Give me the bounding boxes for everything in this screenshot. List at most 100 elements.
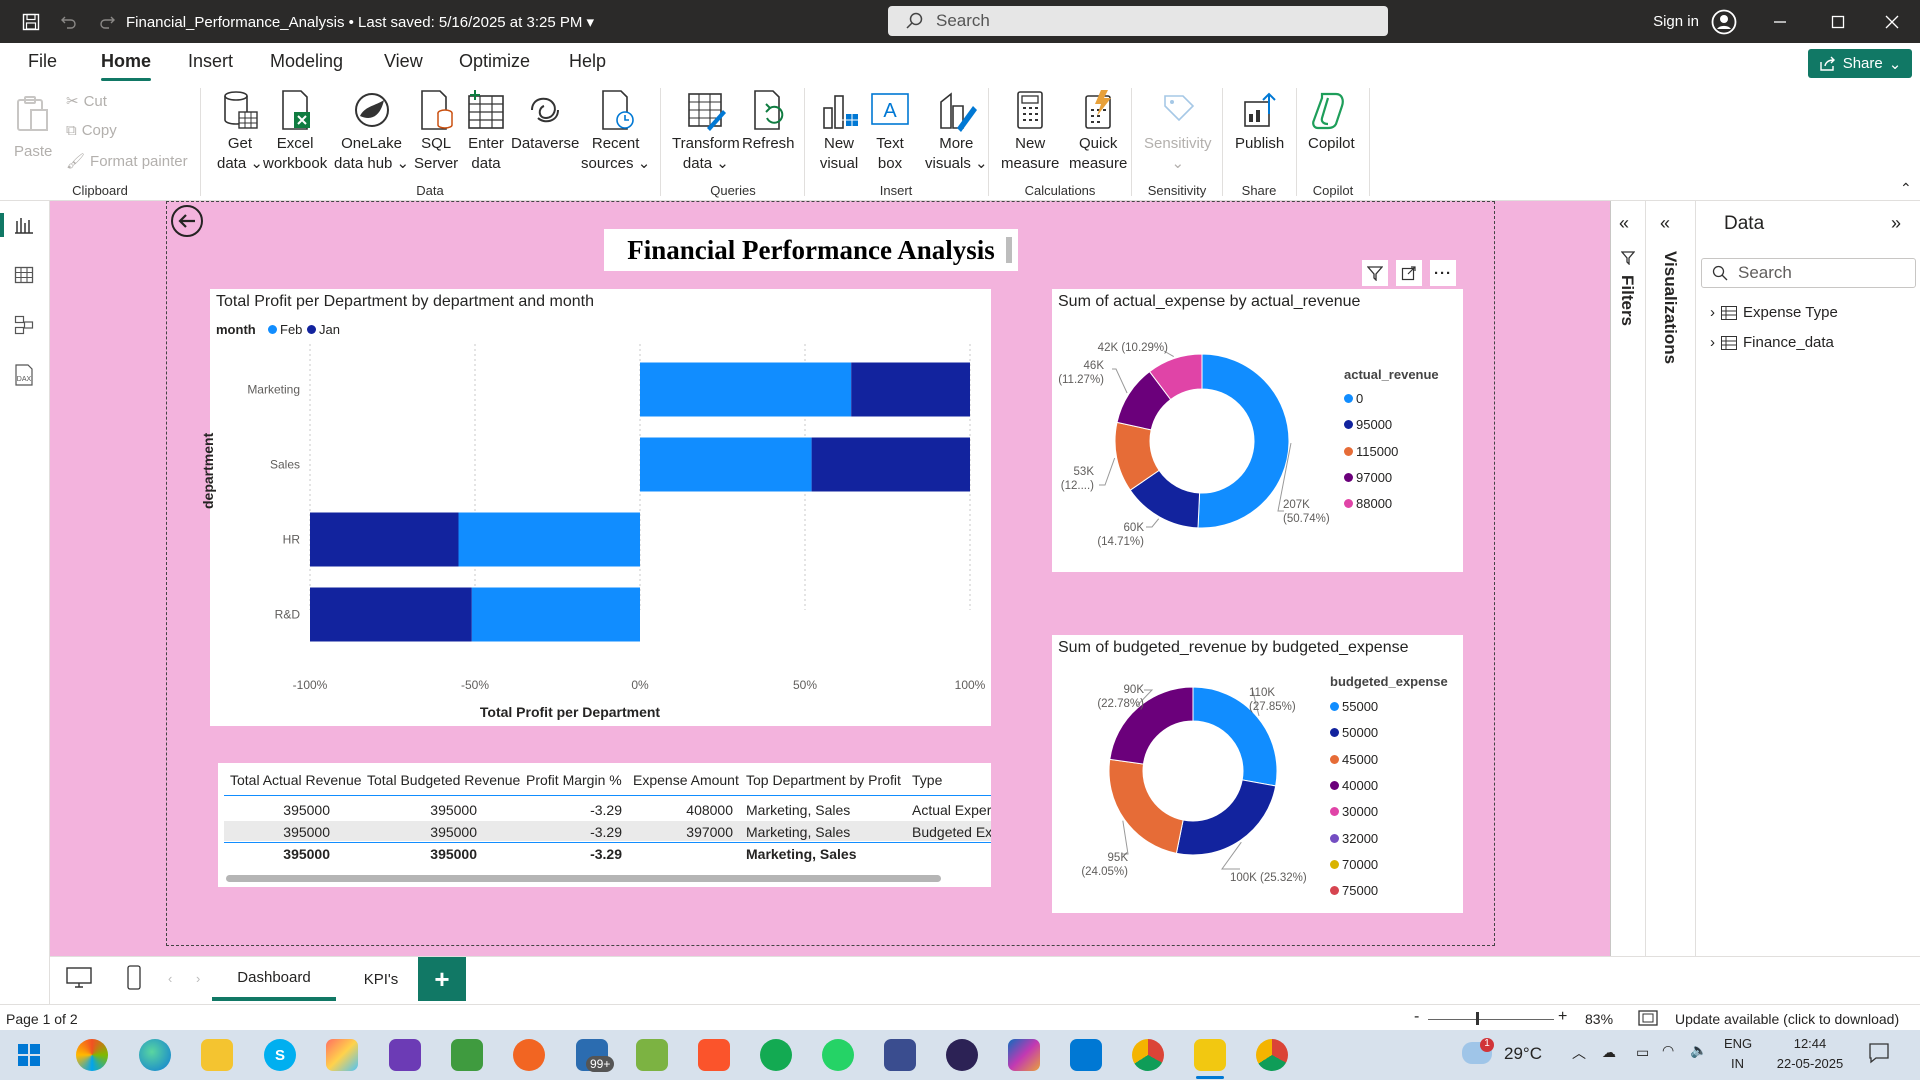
paste-button[interactable]: Paste [14,94,52,162]
app-icon[interactable] [513,1039,545,1071]
format-painter-button[interactable]: 🖌 Format painter [66,152,188,171]
copy-button[interactable]: ⧉ Copy [66,122,117,139]
language-label[interactable]: ENG [1724,1036,1752,1051]
chrome-profile-icon[interactable] [1256,1039,1288,1071]
collapse-data-pane-icon[interactable]: » [1891,213,1901,234]
bar-feb-rd[interactable] [471,587,640,642]
undo-icon[interactable] [56,0,82,43]
zoom-out-button[interactable]: - [1414,1008,1419,1026]
new-visual-button[interactable]: New visual [818,88,860,174]
cut-button[interactable]: ✂ Cut [66,92,107,111]
table-item-expense-type[interactable]: › Expense Type [1710,304,1838,321]
legend-item[interactable]: 55000 [1330,699,1378,714]
minimize-icon[interactable] [1762,0,1798,43]
legend-item[interactable]: 88000 [1344,496,1392,511]
zoom-slider[interactable] [1428,1019,1554,1020]
sensitivity-button[interactable]: Sensitivity ⌄ [1144,88,1212,174]
file-explorer-icon[interactable] [201,1039,233,1071]
menu-insert[interactable]: Insert [188,51,233,72]
maximize-icon[interactable] [1820,0,1856,43]
bar-jan-rd[interactable] [310,587,472,642]
vscode-icon[interactable] [1070,1039,1102,1071]
save-icon[interactable] [18,0,44,43]
report-view-icon[interactable] [14,215,34,239]
legend-item[interactable]: 75000 [1330,883,1378,898]
desktop-layout-icon[interactable] [66,967,92,993]
menu-file[interactable]: File [28,51,57,72]
bar-feb-hr[interactable] [458,512,641,567]
chevron-down-icon[interactable]: ▾ [587,14,595,31]
redo-icon[interactable] [94,0,120,43]
horizontal-scrollbar[interactable] [226,875,941,882]
back-arrow-icon[interactable] [170,204,204,242]
mobile-layout-icon[interactable] [127,965,141,995]
table-item-finance-data[interactable]: › Finance_data [1710,334,1834,351]
tab-dashboard[interactable]: Dashboard [212,957,336,1001]
fit-to-page-icon[interactable] [1638,1010,1658,1029]
onelake-data-hub-button[interactable]: OneLake data hub ⌄ [334,88,409,174]
donut-chart-actual-visual[interactable]: Sum of actual_expense by actual_revenue … [1052,289,1463,572]
document-title[interactable]: Financial_Performance_Analysis • Last sa… [126,13,594,31]
more-options-icon[interactable]: ··· [1430,260,1456,286]
col-header-expense-amount[interactable]: Expense Amount [633,772,739,788]
legend-item[interactable]: 115000 [1344,444,1398,459]
share-button[interactable]: Share ⌄ [1808,49,1912,78]
filter-icon[interactable] [1362,260,1388,286]
filters-pane[interactable]: « Filters [1610,201,1645,956]
donut-slice[interactable] [1108,758,1184,854]
text-box-button[interactable]: A Text box [869,88,911,174]
zoom-in-button[interactable]: + [1558,1008,1567,1026]
bar-feb-marketing[interactable] [640,362,852,417]
app-icon[interactable] [451,1039,483,1071]
zoom-slider-thumb[interactable] [1476,1012,1479,1025]
legend-item[interactable]: 32000 [1330,831,1378,846]
sql-server-button[interactable]: SQL Server [414,88,458,174]
next-page-icon[interactable]: › [196,971,200,986]
brave-icon[interactable] [698,1039,730,1071]
bar-jan-sales[interactable] [811,437,970,492]
quick-measure-button[interactable]: Quick measure [1069,88,1127,174]
data-search-input[interactable]: Search [1701,258,1916,288]
clock-time[interactable]: 12:44 [1790,1036,1830,1051]
sign-in-button[interactable]: Sign in [1646,0,1706,43]
donut-slice[interactable] [1197,353,1290,529]
legend-item[interactable]: 70000 [1330,857,1378,872]
tab-kpis[interactable]: KPI's [336,957,426,1001]
menu-optimize[interactable]: Optimize [459,51,530,72]
menu-help[interactable]: Help [569,51,606,72]
mongodb-icon[interactable] [760,1039,792,1071]
focus-mode-icon[interactable] [1396,260,1422,286]
battery-icon[interactable]: ▭ [1636,1044,1649,1061]
collapse-ribbon-icon[interactable]: ⌃ [1900,180,1912,197]
expand-filters-icon[interactable]: « [1619,213,1629,234]
eclipse-icon[interactable] [946,1039,978,1071]
whatsapp-icon[interactable] [822,1039,854,1071]
update-link[interactable]: Update available (click to download) [1675,1011,1899,1027]
app-icon[interactable] [884,1039,916,1071]
menu-modeling[interactable]: Modeling [270,51,343,72]
bar-jan-marketing[interactable] [851,362,970,417]
col-header-actual-revenue[interactable]: Total Actual Revenue [230,772,362,788]
close-icon[interactable] [1874,0,1910,43]
legend-item[interactable]: 97000 [1344,470,1392,485]
wifi-icon[interactable]: ◠ [1662,1042,1674,1059]
legend-item[interactable]: 40000 [1330,778,1378,793]
chevron-up-icon[interactable]: ︿ [1572,1043,1586,1063]
menu-home[interactable]: Home [101,51,152,81]
prev-page-icon[interactable]: ‹ [168,971,172,986]
menu-view[interactable]: View [384,51,423,72]
report-title-box[interactable]: Financial Performance Analysis [604,229,1018,271]
bar-jan-hr[interactable] [310,512,459,567]
legend-item[interactable]: 50000 [1330,725,1378,740]
get-data-button[interactable]: Get data ⌄ [217,88,263,174]
col-header-top-department[interactable]: Top Department by Profit [746,772,901,788]
transform-data-button[interactable]: Transform data ⌄ [672,88,740,174]
widgets-icon[interactable] [76,1039,108,1071]
copilot-button[interactable]: Copilot [1308,88,1355,154]
recent-sources-button[interactable]: Recent sources ⌄ [581,88,650,174]
model-view-icon[interactable] [14,315,34,339]
col-header-type[interactable]: Type [912,772,942,788]
refresh-button[interactable]: Refresh [742,88,795,154]
expand-visualizations-icon[interactable]: « [1660,213,1670,234]
new-measure-button[interactable]: New measure [1001,88,1059,174]
